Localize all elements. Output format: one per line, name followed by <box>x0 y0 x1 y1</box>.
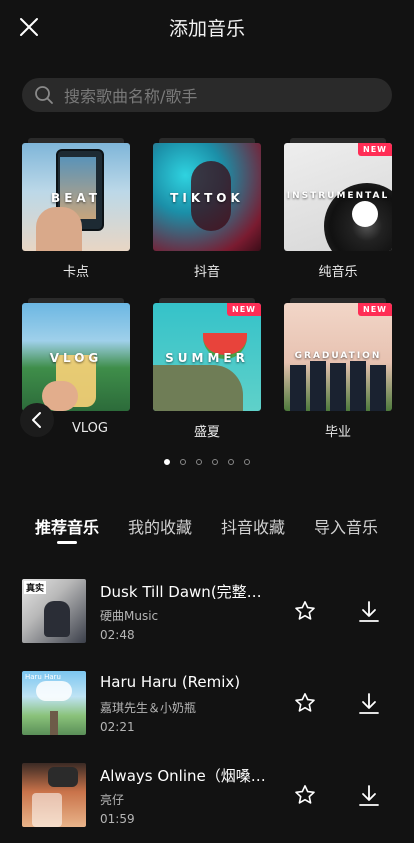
category-vlog[interactable]: VLOG VLOG <box>22 298 130 436</box>
category-thumbnail: BEAT <box>22 143 130 251</box>
star-icon <box>295 601 315 620</box>
category-thumbnail: GRADUATION NEW <box>284 303 392 411</box>
page-dot[interactable] <box>164 459 170 465</box>
download-button[interactable] <box>356 691 382 717</box>
category-summer[interactable]: SUMMER NEW 盛夏 <box>153 298 261 440</box>
download-icon <box>359 693 379 714</box>
download-icon <box>359 785 379 806</box>
page-dot[interactable] <box>212 459 218 465</box>
category-overlay-text: TIKTOK <box>170 191 244 205</box>
favorite-button[interactable] <box>293 691 317 715</box>
favorite-button[interactable] <box>293 783 317 807</box>
search-icon <box>35 86 53 104</box>
page-title: 添加音乐 <box>168 18 245 40</box>
track-cover: Haru Haru <box>22 671 86 735</box>
category-label: 盛夏 <box>193 425 220 440</box>
category-overlay-text: GRADUATION <box>294 351 382 361</box>
tab-import-music[interactable]: 导入音乐 <box>314 514 378 538</box>
favorite-button[interactable] <box>293 599 317 623</box>
track-item[interactable]: 真实 Dusk Till Dawn(完整… 硬曲Music 02:48 <box>0 579 414 659</box>
category-graduation[interactable]: GRADUATION NEW 毕业 <box>284 298 392 440</box>
music-tabs: 推荐音乐 我的收藏 抖音收藏 导入音乐 <box>0 514 414 554</box>
category-thumbnail: INSTRUMENTAL NEW <box>284 143 392 251</box>
top-bar: 添加音乐 <box>0 0 414 54</box>
tab-recommended[interactable]: 推荐音乐 <box>35 514 99 538</box>
track-title: Dusk Till Dawn(完整… <box>100 583 262 601</box>
page-dot[interactable] <box>228 459 234 465</box>
track-item[interactable]: Haru Haru Haru Haru (Remix) 嘉琪先生＆小奶瓶 02:… <box>0 671 414 751</box>
category-label: 毕业 <box>324 425 351 440</box>
cover-text: Haru Haru <box>25 673 61 681</box>
track-title: Always Online（烟嗓… <box>100 767 266 785</box>
active-tab-indicator <box>57 541 77 544</box>
category-thumbnail: SUMMER NEW <box>153 303 261 411</box>
category-instrumental[interactable]: INSTRUMENTAL NEW 纯音乐 <box>284 138 392 280</box>
track-title: Haru Haru (Remix) <box>100 673 241 691</box>
chevron-left-icon <box>32 412 41 428</box>
track-artist: 亮仔 <box>100 793 125 807</box>
category-beat[interactable]: BEAT 卡点 <box>22 138 130 280</box>
tab-douyin-favorites[interactable]: 抖音收藏 <box>221 514 285 538</box>
category-overlay-text: VLOG <box>49 351 103 365</box>
category-overlay-text: BEAT <box>51 191 101 205</box>
new-badge: NEW <box>358 303 392 316</box>
new-badge: NEW <box>358 143 392 156</box>
category-label: 卡点 <box>62 265 89 280</box>
new-badge: NEW <box>227 303 261 316</box>
star-icon <box>295 785 315 804</box>
track-artist: 嘉琪先生＆小奶瓶 <box>100 701 197 715</box>
track-duration: 01:59 <box>100 812 135 826</box>
track-cover: 真实 <box>22 579 86 643</box>
tab-my-favorites[interactable]: 我的收藏 <box>128 514 192 538</box>
star-icon <box>295 693 315 712</box>
category-overlay-text: INSTRUMENTAL <box>286 191 390 201</box>
download-icon <box>359 601 379 622</box>
page-indicator <box>0 459 414 465</box>
page-dot[interactable] <box>180 459 186 465</box>
category-overlay-text: SUMMER <box>165 351 249 365</box>
category-tiktok[interactable]: TIKTOK 抖音 <box>153 138 261 280</box>
search-input[interactable] <box>62 78 386 114</box>
category-thumbnail: TIKTOK <box>153 143 261 251</box>
track-cover <box>22 763 86 827</box>
page-dot[interactable] <box>244 459 250 465</box>
cover-text: 真实 <box>24 581 47 594</box>
track-item[interactable]: Always Online（烟嗓… 亮仔 01:59 <box>0 763 414 843</box>
category-label: VLOG <box>72 421 108 436</box>
category-label: 抖音 <box>193 265 220 280</box>
search-bar[interactable] <box>22 78 392 114</box>
track-artist: 硬曲Music <box>100 609 159 623</box>
download-button[interactable] <box>356 599 382 625</box>
page-dot[interactable] <box>196 459 202 465</box>
track-duration: 02:48 <box>100 628 135 642</box>
previous-page-button[interactable] <box>20 403 54 437</box>
download-button[interactable] <box>356 783 382 809</box>
category-label: 纯音乐 <box>318 265 358 280</box>
track-duration: 02:21 <box>100 720 135 734</box>
category-thumbnail: VLOG <box>22 303 130 411</box>
